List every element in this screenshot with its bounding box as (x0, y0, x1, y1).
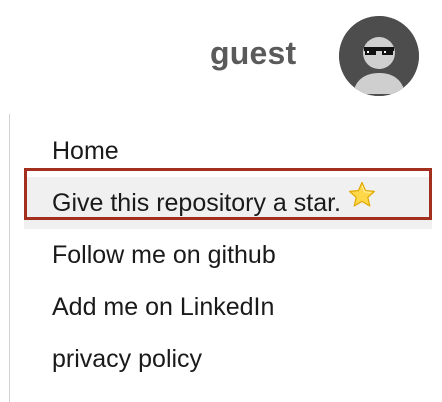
menu-item-label: Add me on LinkedIn (52, 293, 275, 321)
menu-item-star-repo[interactable]: Give this repository a star. (24, 177, 432, 229)
username-label[interactable]: guest (210, 35, 296, 72)
menu-item-privacy-policy[interactable]: privacy policy (10, 333, 442, 385)
user-header: guest (0, 0, 442, 110)
menu-item-label-wrap: Give this repository a star. (52, 177, 377, 229)
menu-item-label: Give this repository a star. (52, 189, 342, 217)
user-dropdown-menu: Home Give this repository a star. Follow… (9, 114, 442, 402)
menu-item-label: privacy policy (52, 345, 203, 373)
star-icon (347, 176, 377, 228)
avatar[interactable] (339, 16, 419, 96)
menu-item-label: Home (52, 137, 119, 165)
menu-item-linkedin[interactable]: Add me on LinkedIn (10, 281, 442, 333)
menu-item-home[interactable]: Home (10, 125, 442, 177)
avatar-sunglasses-icon (339, 16, 419, 96)
menu-item-label: Follow me on github (52, 241, 276, 269)
menu-item-follow-github[interactable]: Follow me on github (10, 229, 442, 281)
